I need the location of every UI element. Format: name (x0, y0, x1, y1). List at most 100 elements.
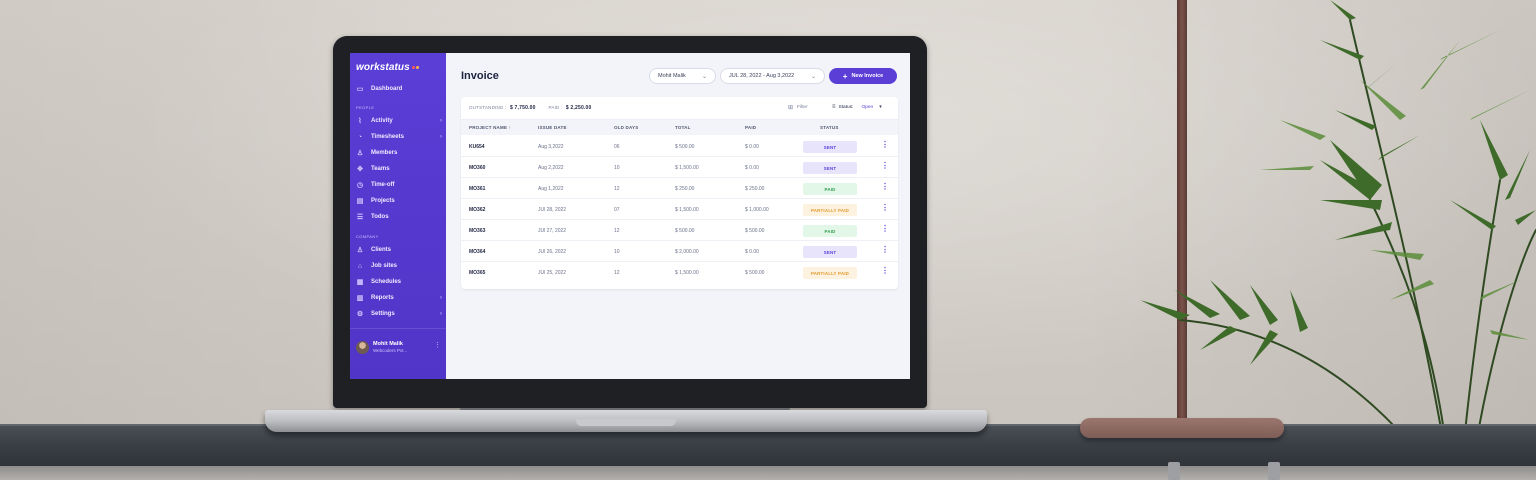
date-range-picker[interactable]: JUL 28, 2022 - Aug 3,2022 ⌄ (720, 68, 825, 84)
floor (0, 466, 1536, 480)
sidebar-item-teams[interactable]: ✥ Teams (356, 163, 442, 175)
filter-button[interactable]: ⊞ Filter (788, 104, 808, 111)
more-vertical-icon[interactable]: ⋮ (881, 204, 889, 212)
sidebar-item-settings[interactable]: ⚙ Settings › (356, 308, 442, 320)
sidebar-item-job-sites[interactable]: ⌂ Job sites (356, 260, 442, 272)
reports-icon: ▥ (356, 295, 364, 302)
table-row[interactable]: MO364 JUl 26, 2022 10 $ 2,000.00 $ 0.00 … (461, 241, 898, 262)
column-header-issue-date[interactable]: ISSUE DATE (538, 125, 567, 130)
sidebar-item-label: Members (371, 150, 398, 156)
sidebar-item-label: Job sites (371, 263, 398, 269)
status-badge: PARTIALLY PAID (803, 267, 857, 279)
new-invoice-button[interactable]: + New Invoice (829, 68, 897, 84)
more-vertical-icon[interactable]: ⋮ (881, 141, 889, 149)
status-badge: PAID (803, 225, 857, 237)
more-vertical-icon[interactable]: ⋮ (881, 162, 889, 170)
more-vertical-icon[interactable]: ⋮ (881, 267, 889, 275)
teams-icon: ✥ (357, 166, 363, 173)
schedules-icon: ▦ (356, 279, 364, 286)
member-select-value: Mohit Malik (658, 73, 686, 79)
sidebar-item-label: Dashboard (371, 86, 403, 92)
sidebar-item-schedules[interactable]: ▦ Schedules (356, 276, 442, 288)
logo-text: workstatus (356, 62, 410, 73)
sidebar-item-label: Timesheets (371, 134, 404, 140)
sidebar-item-label: Settings (371, 311, 395, 317)
avatar (356, 341, 369, 354)
sidebar-item-time-off[interactable]: ◷ Time-off (356, 179, 442, 191)
sidebar-item-label: Projects (371, 198, 395, 204)
chevron-right-icon: › (440, 118, 442, 124)
project-name[interactable]: MO363 (469, 228, 485, 234)
sidebar-item-activity[interactable]: ⌇ Activity › (356, 115, 442, 127)
sidebar-item-todos[interactable]: ☰ Todos (356, 211, 442, 223)
sidebar-item-clients[interactable]: ♙ Clients (356, 244, 442, 256)
total-amount: $ 500.00 (675, 144, 695, 150)
old-days: 12 (614, 186, 620, 192)
column-header-total[interactable]: TOTAL (675, 125, 691, 130)
more-vertical-icon[interactable]: ⋮ (881, 183, 889, 191)
paid-label: PAID : (548, 105, 563, 110)
status-label: Status: (838, 104, 854, 110)
project-name[interactable]: MO365 (469, 270, 485, 276)
column-header-old-days[interactable]: OLD DAYS (614, 125, 638, 130)
table-row[interactable]: MO365 JUl 25, 2022 12 $ 1,500.00 $ 500.0… (461, 262, 898, 283)
project-name[interactable]: MO360 (469, 165, 485, 171)
dashboard-icon: ▭ (356, 86, 364, 93)
status-badge: SENT (803, 246, 857, 258)
invoice-summary: OUTSTANDING : $ 7,750.00 PAID : $ 2,250.… (469, 105, 592, 111)
old-days: 10 (614, 165, 620, 171)
logo-dot-icon (415, 65, 419, 69)
app-logo[interactable]: workstatus (356, 62, 419, 73)
date-range-value: JUL 28, 2022 - Aug 3,2022 (729, 73, 795, 79)
table-row[interactable]: MO360 Aug 2,2022 10 $ 1,500.00 $ 0.00 SE… (461, 157, 898, 178)
sidebar-item-dashboard[interactable]: ▭ Dashboard (356, 83, 442, 95)
members-icon: ♙ (356, 150, 364, 157)
project-name[interactable]: MO364 (469, 249, 485, 255)
sidebar-item-label: Schedules (371, 279, 402, 285)
plant-decoration (1140, 0, 1536, 480)
project-name[interactable]: MO361 (469, 186, 485, 192)
project-name[interactable]: MO362 (469, 207, 485, 213)
total-amount: $ 2,000.00 (675, 249, 699, 255)
sidebar: workstatus ▭ Dashboard PEOPLE ⌇ Activity… (350, 53, 446, 379)
sidebar-item-members[interactable]: ♙ Members (356, 147, 442, 159)
sidebar-item-label: Teams (371, 166, 390, 172)
issue-date: Aug 2,2022 (538, 165, 564, 171)
issue-date: Aug 1,2022 (538, 186, 564, 192)
sort-icon: ↑ (508, 125, 512, 130)
laptop-notch (576, 419, 676, 426)
column-header-paid[interactable]: PAID (745, 125, 756, 130)
user-name: Mohit Malik (373, 341, 403, 347)
paid-amount: $ 500.00 (745, 228, 765, 234)
outstanding-label: OUTSTANDING : (469, 105, 507, 110)
member-select[interactable]: Mohit Malik ⌄ (649, 68, 716, 84)
old-days: 12 (614, 228, 620, 234)
paid-amount: $ 250.00 (745, 186, 765, 192)
column-header-status[interactable]: STATUS (820, 125, 839, 130)
column-header-project-name[interactable]: PROJECT NAME ↑ (469, 125, 511, 130)
more-vertical-icon[interactable]: ⋮ (881, 225, 889, 233)
old-days: 10 (614, 249, 620, 255)
old-days: 07 (614, 207, 620, 213)
table-row[interactable]: MO362 JUl 28, 2022 07 $ 1,500.00 $ 1,000… (461, 199, 898, 220)
sidebar-item-reports[interactable]: ▥ Reports › (356, 292, 442, 304)
issue-date: Aug 3,2022 (538, 144, 564, 150)
status-select[interactable]: ≡ Status: Open ▾ (832, 104, 882, 110)
table-row[interactable]: MO361 Aug 1,2022 12 $ 250.00 $ 250.00 PA… (461, 178, 898, 199)
filter-icon: ⊞ (788, 105, 794, 111)
project-name[interactable]: KU654 (469, 144, 485, 150)
table-row[interactable]: MO363 JUl 27, 2022 12 $ 500.00 $ 500.00 … (461, 220, 898, 241)
column-header-label: PROJECT NAME (469, 125, 508, 130)
sidebar-item-timesheets[interactable]: ◔ Timesheets › (356, 131, 442, 143)
table-row[interactable]: KU654 Aug 3,2022 06 $ 500.00 $ 0.00 SENT… (461, 136, 898, 157)
logo-dot-icon (411, 65, 415, 69)
more-vertical-icon[interactable]: ⋮ (434, 341, 441, 349)
sidebar-item-projects[interactable]: ▤ Projects (356, 195, 442, 207)
sidebar-item-label: Todos (371, 214, 389, 220)
user-profile[interactable]: Mohit Malik Webcoders Pvt... ⋮ (350, 328, 446, 379)
issue-date: JUl 28, 2022 (538, 207, 567, 213)
more-vertical-icon[interactable]: ⋮ (881, 246, 889, 254)
status-badge: SENT (803, 141, 857, 153)
time-off-icon: ◷ (356, 182, 364, 189)
total-amount: $ 1,500.00 (675, 270, 699, 276)
